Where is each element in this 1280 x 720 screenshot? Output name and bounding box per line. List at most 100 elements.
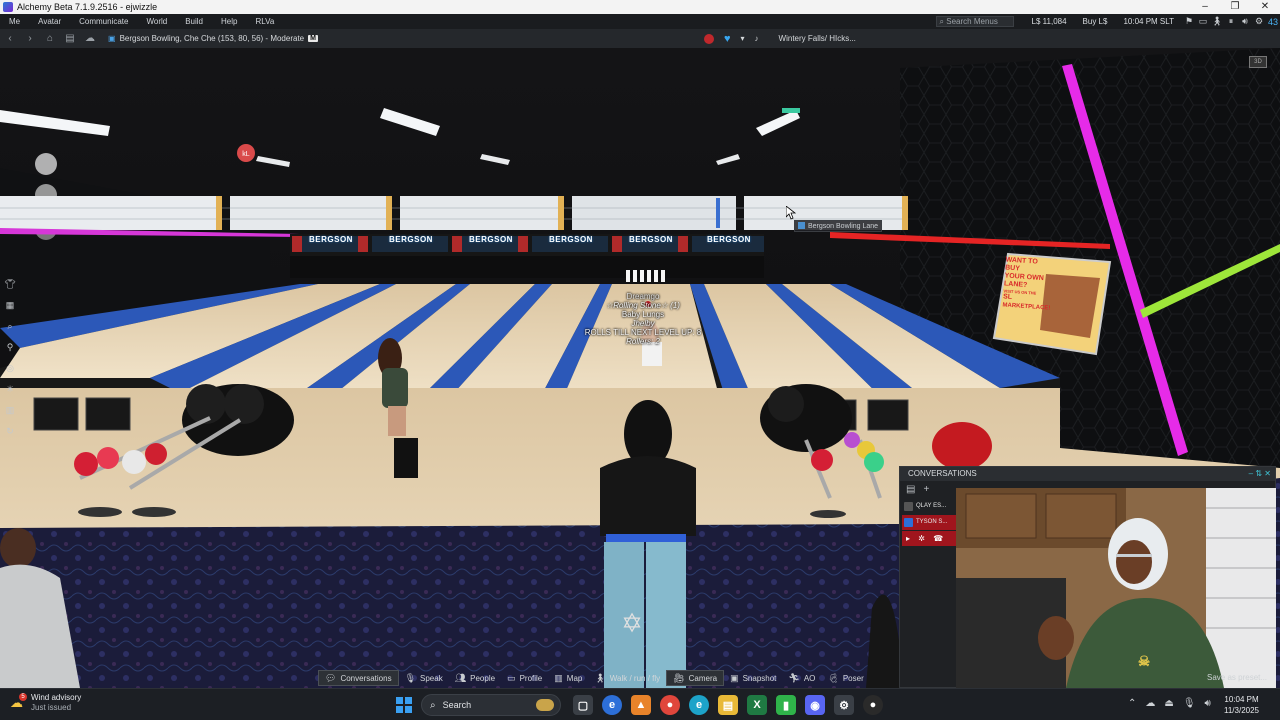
conversation-item[interactable]: QLAY ES... — [902, 499, 956, 514]
menu-avatar[interactable]: Avatar — [29, 14, 70, 29]
add-conversation-icon[interactable]: + — [923, 484, 929, 495]
gear-icon[interactable]: ⚙ — [1252, 16, 1266, 27]
restore-icon[interactable]: ❐ — [1220, 0, 1250, 14]
excel-icon[interactable]: X — [747, 695, 767, 715]
windows-start-icon[interactable] — [396, 697, 412, 713]
search-highlight-icon — [536, 699, 554, 711]
camera-button[interactable]: 🎥︎ Camera — [666, 670, 725, 686]
call-icon[interactable]: ☎ — [933, 534, 943, 543]
stats-icon[interactable]: ▥ — [3, 404, 17, 417]
usb-icon[interactable]: ⏏ — [1164, 698, 1173, 709]
volume-icon[interactable]: 🔊︎ — [1205, 698, 1211, 709]
search-icon[interactable]: ⌕ — [3, 320, 17, 333]
pause-icon[interactable]: ⏸︎ — [1224, 16, 1238, 27]
cloud-icon[interactable]: ☁ — [1145, 698, 1155, 709]
task-view-icon[interactable]: ▢ — [573, 695, 593, 715]
volume-icon[interactable]: 🔊︎ — [1238, 16, 1252, 27]
stream-music-icon[interactable]: ♪ — [755, 34, 759, 43]
forward-arrow-icon[interactable]: › — [20, 33, 40, 44]
expand-icon[interactable]: ▸ — [906, 534, 910, 543]
radar-icon[interactable]: ◎ — [3, 362, 17, 375]
microphone-icon[interactable]: 🎙︎ — [1183, 698, 1196, 709]
search-menus-input[interactable]: ⌕ Search Menus — [935, 16, 1014, 27]
menu-build[interactable]: Build — [176, 14, 212, 29]
linden-balance[interactable]: L$ 11,084 — [1024, 17, 1075, 26]
chrome-icon[interactable]: ● — [660, 695, 680, 715]
location-bar[interactable]: ▣ Bergson Bowling, Che Che (153, 80, 56)… — [108, 34, 318, 43]
close-panel-icon[interactable]: ✕ — [1264, 469, 1271, 478]
weather-widget[interactable]: ☁ 5 Wind advisory Just issued — [10, 693, 81, 713]
chevron-down-icon[interactable]: ▾ — [741, 34, 745, 43]
menu-world[interactable]: World — [137, 14, 176, 29]
refresh-icon[interactable]: ↻ — [3, 425, 17, 438]
close-icon[interactable]: ✕ — [1250, 0, 1280, 14]
object-hover-tooltip: Bergson Bowling Lane — [794, 220, 883, 232]
buy-currency-button[interactable]: Buy L$ — [1075, 17, 1116, 26]
walk-run-fly-button[interactable]: 🚶︎ Walk / run / fly — [588, 670, 666, 686]
vlc-icon[interactable]: ▲ — [631, 695, 651, 715]
conversation-name: QLAY ES... — [916, 503, 947, 509]
conversations-title: CONVERSATIONS — [908, 469, 977, 478]
flag-icon[interactable]: ⚑ — [1182, 16, 1196, 27]
snapshot-button[interactable]: ▣ Snapshot — [724, 670, 782, 686]
map-button[interactable]: ▥ Map — [548, 670, 588, 686]
menu-help[interactable]: Help — [212, 14, 246, 29]
monitor-icon[interactable]: ▭ — [1196, 16, 1210, 27]
ao-button[interactable]: 🏃︎ AO — [782, 670, 821, 686]
map-icon: ▥ — [554, 672, 563, 683]
edge-browser-icon[interactable]: e — [602, 695, 622, 715]
record-dot-icon[interactable] — [704, 33, 714, 44]
minimize-icon[interactable]: – — [1190, 0, 1220, 14]
svg-text:kL: kL — [242, 151, 250, 158]
stream-title: Wintery Falls/ HIcks... — [778, 34, 856, 43]
lane-sign-3: BERGSON — [469, 235, 513, 244]
inventory-icon[interactable]: ▦ — [3, 299, 17, 312]
sun-icon[interactable]: ☀ — [3, 383, 17, 396]
camera-button-label: Camera — [688, 673, 718, 683]
chevron-up-icon[interactable]: ⌃ — [1128, 698, 1136, 709]
places-icon[interactable]: ⚲ — [3, 341, 17, 354]
conversations-button[interactable]: 💬︎ Conversations — [318, 670, 399, 686]
settings-gear-icon[interactable]: ⚙ — [834, 695, 854, 715]
discord-icon[interactable]: ◉ — [805, 695, 825, 715]
dock-panel-icon[interactable]: ⇅ — [1255, 469, 1262, 478]
sort-icon[interactable]: ▤ — [906, 484, 915, 495]
conversation-item[interactable]: TYSON S... — [902, 515, 956, 530]
heart-favorite-icon[interactable]: ♥ — [724, 33, 731, 45]
panel-controls: – ⇅ ✕ — [1249, 467, 1271, 481]
fps-indicator-icon[interactable]: 43 — [1266, 17, 1280, 27]
menu-communicate[interactable]: Communicate — [70, 14, 137, 29]
svg-text:☠: ☠ — [1138, 653, 1151, 669]
people-button[interactable]: 👥︎ People — [449, 670, 501, 686]
weather-icon: ☁ 5 — [10, 693, 27, 711]
speak-button[interactable]: 🎙︎ Speak — [399, 670, 449, 686]
taskbar-search-placeholder: Search — [442, 700, 472, 710]
obs-icon[interactable]: ● — [863, 695, 883, 715]
edge-icon[interactable]: e — [689, 695, 709, 715]
menu-bar: Me Avatar Communicate World Build Help R… — [0, 14, 1280, 29]
profile-button[interactable]: ▭ Profile — [501, 670, 548, 686]
menu-rlva[interactable]: RLVa — [246, 14, 283, 29]
poser-button[interactable]: 🕺︎ Poser — [821, 670, 869, 686]
landmarks-icon[interactable]: ▤ — [60, 33, 80, 44]
walk-icon[interactable]: 🚶︎ — [1210, 16, 1224, 27]
poser-button-label: Poser — [842, 673, 864, 683]
mouse-cursor-icon — [786, 206, 796, 220]
clock-date: 11/3/2025 — [1224, 706, 1259, 715]
media-controls: ♥ ▾ ♪ Wintery Falls/ HIcks... — [704, 29, 856, 48]
marketplace-poster[interactable]: WANT TO BUY YOUR OWN LANE? VISIT US ON T… — [1002, 256, 1052, 312]
minimize-panel-icon[interactable]: – — [1249, 469, 1253, 478]
teleport-history-icon[interactable]: ☁ — [80, 33, 100, 44]
appearance-icon[interactable]: 👕︎ — [3, 278, 17, 291]
save-as-preset-button[interactable]: Save as preset... — [1207, 673, 1267, 682]
terminal-icon[interactable]: ▮ — [776, 695, 796, 715]
emoji-icon[interactable]: ✲ — [918, 534, 925, 543]
file-explorer-icon[interactable]: ▤ — [718, 695, 738, 715]
taskbar-clock[interactable]: 10:04 PM 11/3/2025 — [1224, 694, 1259, 716]
lane-sign-1: BERGSON — [309, 235, 353, 244]
taskbar-search-box[interactable]: ⌕ Search — [421, 694, 561, 716]
minimap-toggle-button[interactable]: 3D — [1249, 56, 1267, 68]
back-arrow-icon[interactable]: ‹ — [0, 33, 20, 44]
menu-me[interactable]: Me — [0, 14, 29, 29]
home-icon[interactable]: ⌂ — [40, 33, 60, 44]
